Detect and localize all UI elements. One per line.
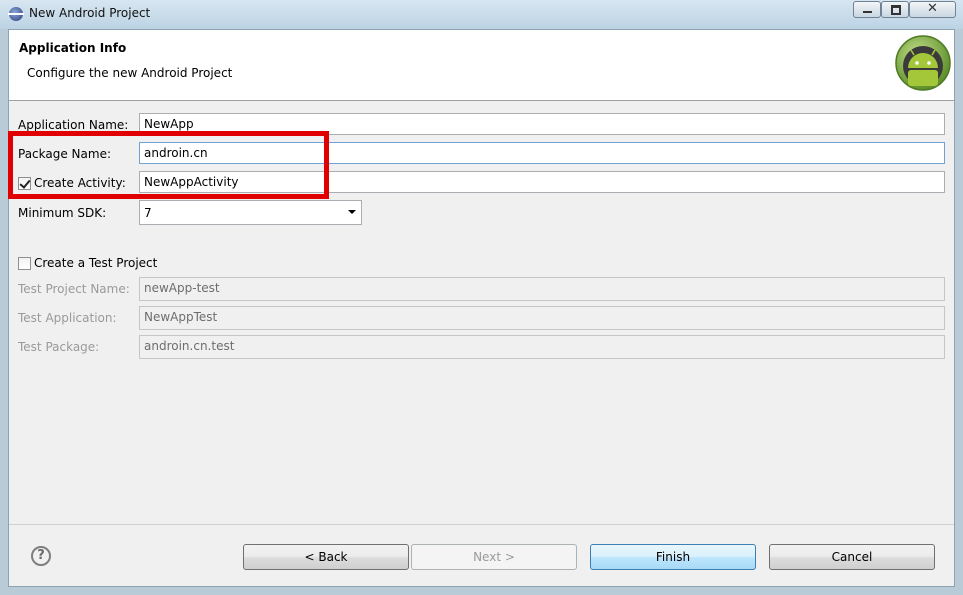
application-name-label: Application Name:: [18, 118, 129, 132]
page-title: Application Info: [19, 41, 127, 55]
finish-button[interactable]: Finish: [590, 544, 756, 570]
minimize-button[interactable]: [853, 1, 881, 18]
android-logo-icon: [895, 35, 951, 91]
highlight-annotation-box: [8, 131, 329, 199]
close-button[interactable]: ✕: [909, 1, 956, 18]
minimum-sdk-select[interactable]: 7: [139, 200, 362, 225]
help-icon[interactable]: ?: [31, 546, 51, 566]
cancel-button[interactable]: Cancel: [769, 544, 935, 570]
close-icon: ✕: [927, 1, 938, 16]
window-title: New Android Project: [29, 6, 151, 20]
test-package-field[interactable]: androin.cn.test: [139, 335, 945, 359]
title-bar: New Android Project ✕: [0, 0, 963, 29]
test-package-label: Test Package:: [18, 340, 100, 354]
minimum-sdk-label: Minimum SDK:: [18, 206, 107, 220]
back-button[interactable]: < Back: [243, 544, 409, 570]
minimum-sdk-value: 7: [144, 206, 152, 220]
test-project-name-label: Test Project Name:: [18, 282, 130, 296]
footer-separator: [9, 524, 954, 525]
dropdown-arrow-icon: [348, 210, 356, 214]
test-application-label: Test Application:: [18, 311, 117, 325]
eclipse-icon: [8, 7, 24, 21]
wizard-header: Application Info Configure the new Andro…: [9, 30, 954, 101]
page-subtitle: Configure the new Android Project: [27, 66, 233, 80]
test-project-name-field[interactable]: newApp-test: [139, 277, 945, 301]
create-test-project-label: Create a Test Project: [34, 256, 158, 270]
maximize-button[interactable]: [881, 1, 909, 18]
create-test-project-checkbox[interactable]: [18, 257, 31, 270]
test-application-field[interactable]: NewAppTest: [139, 306, 945, 330]
next-button[interactable]: Next >: [411, 544, 577, 570]
